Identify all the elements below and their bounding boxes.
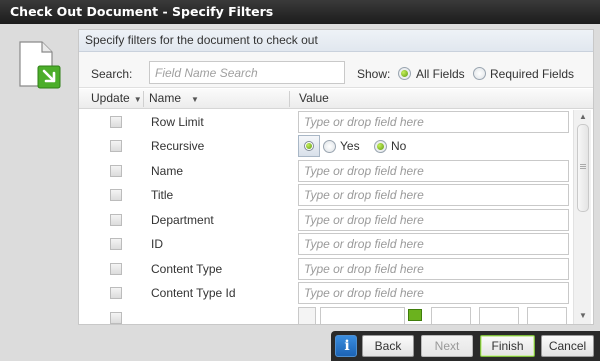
value-input[interactable]: Type or drop field here <box>298 233 569 255</box>
value-column-header[interactable]: Value <box>299 89 329 109</box>
search-toolbar: Search: Show: All Fields Required Fields <box>79 52 593 88</box>
update-column-header[interactable]: Update ▼ <box>91 89 142 109</box>
field-name: Content Type <box>151 262 223 276</box>
value-input[interactable]: Type or drop field here <box>298 184 569 206</box>
show-label: Show: <box>357 67 391 81</box>
filter-row-title: Title Type or drop field here <box>79 183 571 207</box>
update-checkbox[interactable] <box>110 214 122 226</box>
value-mode-toggle-button[interactable] <box>298 135 320 157</box>
column-separator <box>289 91 290 107</box>
search-label: Search: <box>91 67 133 81</box>
scroll-up-icon[interactable]: ▲ <box>577 111 589 123</box>
field-name: ID <box>151 237 163 251</box>
recursive-no-label[interactable]: No <box>391 139 406 153</box>
recursive-yes-label[interactable]: Yes <box>340 139 360 153</box>
filter-rows: Row Limit Type or drop field here Recurs… <box>79 110 571 324</box>
cancel-button[interactable]: Cancel <box>541 335 594 357</box>
time-minute-input[interactable] <box>479 307 519 324</box>
update-checkbox[interactable] <box>110 238 122 250</box>
filter-row-partial <box>79 306 571 324</box>
field-name: Content Type Id <box>151 286 236 300</box>
value-input[interactable]: Type or drop field here <box>298 282 569 304</box>
name-sort-icon[interactable]: ▼ <box>191 95 199 104</box>
time-ampm-input[interactable] <box>527 307 567 324</box>
field-name: Title <box>151 188 174 202</box>
update-checkbox[interactable] <box>110 116 122 128</box>
required-fields-label[interactable]: Required Fields <box>490 67 574 81</box>
calendar-icon[interactable] <box>408 309 422 321</box>
back-button[interactable]: Back <box>362 335 414 357</box>
filter-row-recursive: Recursive Yes No <box>79 134 571 158</box>
column-header-row: Update ▼ Name ▼ Value <box>79 89 593 109</box>
next-button[interactable]: Next <box>421 335 473 357</box>
checkout-document-icon <box>19 41 61 89</box>
vertical-scrollbar[interactable]: ▲ ▼ <box>573 110 591 324</box>
date-mode-button[interactable] <box>298 307 316 324</box>
field-name-search-input[interactable] <box>149 61 345 84</box>
all-fields-label[interactable]: All Fields <box>416 67 465 81</box>
update-checkbox[interactable] <box>110 287 122 299</box>
field-name: Department <box>151 213 214 227</box>
name-column-header[interactable]: Name ▼ <box>149 89 199 109</box>
scrollbar-thumb[interactable] <box>577 124 589 212</box>
value-input[interactable]: Type or drop field here <box>298 209 569 231</box>
update-checkbox[interactable] <box>110 140 122 152</box>
required-fields-radio[interactable] <box>473 67 486 80</box>
info-icon: i <box>344 338 350 354</box>
time-hour-input[interactable] <box>431 307 471 324</box>
finish-button[interactable]: Finish <box>480 335 535 357</box>
field-name: Name <box>151 164 184 178</box>
info-button[interactable]: i <box>335 335 357 357</box>
column-separator <box>143 91 144 107</box>
value-input[interactable]: Type or drop field here <box>298 258 569 280</box>
field-name: Recursive <box>151 139 205 153</box>
panel-header: Specify filters for the document to chec… <box>79 30 593 52</box>
value-input[interactable]: Type or drop field here <box>298 160 569 182</box>
filter-row-department: Department Type or drop field here <box>79 208 571 232</box>
filter-row-row-limit: Row Limit Type or drop field here <box>79 110 571 134</box>
all-fields-radio[interactable] <box>398 67 411 80</box>
field-name: Row Limit <box>151 115 204 129</box>
window-title: Check Out Document - Specify Filters <box>0 0 600 24</box>
update-checkbox[interactable] <box>110 165 122 177</box>
filter-row-content-type: Content Type Type or drop field here <box>79 257 571 281</box>
filter-row-content-type-id: Content Type Id Type or drop field here <box>79 281 571 305</box>
filters-panel: Specify filters for the document to chec… <box>78 29 594 325</box>
update-dropdown-icon[interactable]: ▼ <box>134 95 142 104</box>
radio-mode-icon <box>304 141 314 151</box>
grip-icon <box>580 164 586 165</box>
scroll-down-icon[interactable]: ▼ <box>577 310 589 322</box>
date-input[interactable] <box>320 307 405 324</box>
update-checkbox[interactable] <box>110 189 122 201</box>
filter-row-name: Name Type or drop field here <box>79 159 571 183</box>
recursive-no-radio[interactable] <box>374 140 387 153</box>
recursive-yes-radio[interactable] <box>323 140 336 153</box>
value-input[interactable]: Type or drop field here <box>298 111 569 133</box>
update-checkbox[interactable] <box>110 312 122 324</box>
update-checkbox[interactable] <box>110 263 122 275</box>
filter-row-id: ID Type or drop field here <box>79 232 571 256</box>
